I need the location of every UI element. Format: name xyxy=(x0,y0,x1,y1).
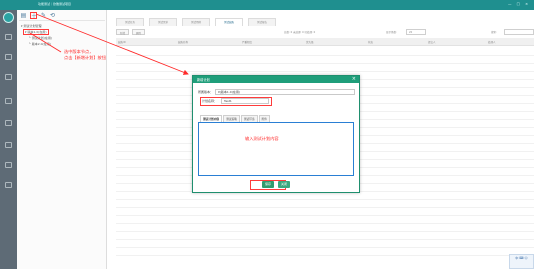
arrow-from-tree xyxy=(29,32,62,53)
plan-content-editor[interactable]: 输入测试计划内容 xyxy=(198,122,354,176)
close-button[interactable]: 关闭 xyxy=(278,181,290,188)
dialog-header: 新增计划 × xyxy=(193,76,359,83)
dialog-buttons: 保存 关闭 xyxy=(193,181,359,189)
dialog-tabs: 测试计划内容 测试策略 测试环境 附件 xyxy=(200,115,271,122)
new-plan-dialog: 新增计划 × 所属版本： ¥|版本1.0(在用) 计划名称： Test1 测试计… xyxy=(192,75,360,193)
tab-strategy[interactable]: 测试策略 xyxy=(223,115,240,122)
close-icon[interactable]: × xyxy=(352,76,356,83)
ime-badge[interactable]: 中 ⌨ ☺ xyxy=(509,254,534,269)
annotation-content-hint: 输入测试计划内容 xyxy=(245,136,279,141)
save-button[interactable]: 保存 xyxy=(262,181,274,188)
plan-name-field[interactable]: Test1 xyxy=(221,98,269,104)
arrow-to-dialog xyxy=(35,13,189,75)
version-label: 所属版本： xyxy=(198,90,214,94)
tab-environment[interactable]: 测试环境 xyxy=(240,115,258,122)
annotation-select-version: 选中版本节点， 点击【新增计划】按钮 xyxy=(64,49,106,60)
dialog-title: 新增计划 xyxy=(197,78,210,82)
name-label: 计划名称： xyxy=(202,99,218,103)
version-field[interactable]: ¥|版本1.0(在用) xyxy=(215,89,355,95)
tab-attachments[interactable]: 附件 xyxy=(258,115,270,122)
tab-plan-content[interactable]: 测试计划内容 xyxy=(200,115,223,122)
